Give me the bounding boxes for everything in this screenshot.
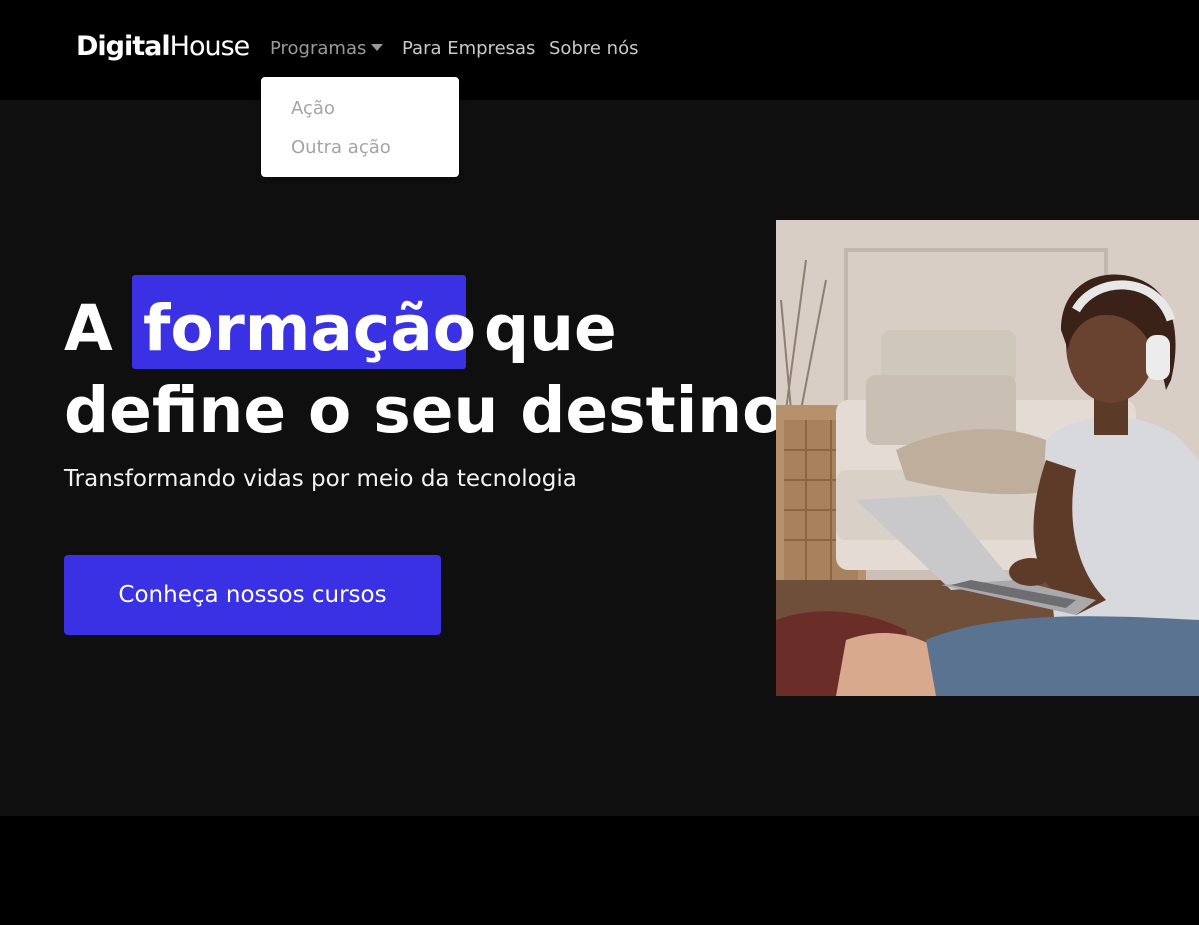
hero-photo-woman-laptop	[776, 220, 1199, 696]
hero-photo-illustration	[776, 220, 1199, 696]
nav-sobre-nos-link[interactable]: Sobre nós	[549, 37, 638, 61]
hero-section: A formação que define o seu destino Tran…	[0, 100, 1199, 816]
headline-word-a: A	[64, 292, 113, 365]
digital-house-logo[interactable]: DigitalHouse	[76, 30, 251, 64]
conheca-cursos-button[interactable]: Conheça nossos cursos	[64, 555, 441, 635]
hero-subtitle: Transformando vidas por meio da tecnolog…	[64, 466, 577, 492]
caret-down-icon	[371, 44, 384, 51]
headline-word-que: que	[484, 292, 617, 365]
nav-programas-dropdown-toggle[interactable]: Programas	[270, 37, 384, 61]
headline-highlight-word: formação	[143, 292, 477, 365]
top-navbar: DigitalHouse Programas Para Empresas Sob…	[0, 0, 1199, 100]
nav-programas-label: Programas	[270, 38, 367, 59]
logo-digital-text: Digital	[76, 31, 171, 62]
dropdown-item-outra-acao[interactable]: Outra ação	[291, 136, 391, 160]
logo-house-text: House	[169, 31, 251, 62]
nav-para-empresas-link[interactable]: Para Empresas	[402, 37, 535, 61]
programas-dropdown-menu: Ação Outra ação	[261, 77, 459, 177]
dropdown-item-acao[interactable]: Ação	[291, 97, 335, 121]
headline-line-2: define o seu destino	[64, 374, 786, 447]
